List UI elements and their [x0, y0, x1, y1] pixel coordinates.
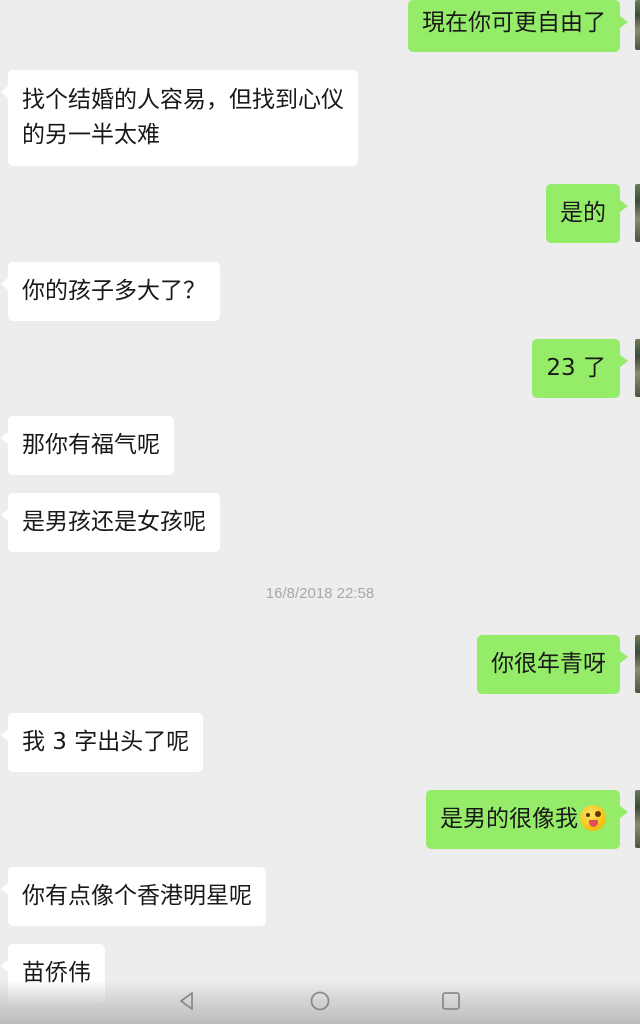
message-text: 你很年青呀 — [491, 651, 606, 677]
chat-area: 現在你可更自由了 找个结婚的人容易，但找到心仪 的另一半太难 是的 你的孩子多大… — [0, 0, 640, 1024]
message-text: 我 3 字出头了呢 — [22, 729, 190, 755]
message-text: 那你有福气呢 — [22, 432, 160, 458]
system-navigation-bar — [0, 980, 640, 1024]
message-text: 23 了 — [546, 355, 606, 381]
winking-face-tongue-emoji-icon — [580, 805, 606, 831]
sent-message-bubble[interactable]: 23 了 — [532, 339, 628, 398]
my-avatar[interactable] — [635, 635, 640, 693]
message-text: 是的 — [560, 200, 606, 226]
received-message-bubble[interactable]: 是男孩还是女孩呢 — [1, 493, 220, 552]
my-avatar[interactable] — [635, 339, 640, 397]
message-text: 是男孩还是女孩呢 — [22, 509, 206, 535]
message-text-line: 的另一半太难 — [22, 122, 160, 148]
my-avatar[interactable] — [635, 0, 640, 50]
message-text: 你的孩子多大了？ — [22, 278, 206, 304]
received-message-bubble[interactable]: 那你有福气呢 — [1, 416, 174, 475]
message-text: 你有点像个香港明星呢 — [22, 883, 252, 909]
received-message-bubble[interactable]: 你有点像个香港明星呢 — [1, 867, 266, 926]
message-text: 是男的很像我 — [440, 806, 578, 832]
my-avatar[interactable] — [635, 184, 640, 242]
sent-message-bubble[interactable]: 是男的很像我 — [426, 790, 628, 849]
sent-message-bubble[interactable]: 是的 — [546, 184, 628, 243]
message-timestamp: 16/8/2018 22:58 — [265, 585, 375, 602]
message-text: 現在你可更自由了 — [422, 10, 606, 36]
triangle-back-icon[interactable] — [176, 990, 198, 1012]
sent-message-bubble[interactable]: 現在你可更自由了 — [408, 0, 628, 52]
received-message-bubble[interactable]: 找个结婚的人容易，但找到心仪 的另一半太难 — [1, 70, 358, 166]
received-message-bubble[interactable]: 你的孩子多大了？ — [1, 262, 220, 321]
received-message-bubble[interactable]: 我 3 字出头了呢 — [0, 713, 204, 772]
message-text-line: 找个结婚的人容易，但找到心仪 — [22, 87, 344, 113]
circle-home-icon[interactable] — [309, 990, 331, 1012]
square-recent-icon[interactable] — [440, 990, 462, 1012]
my-avatar[interactable] — [635, 790, 640, 848]
sent-message-bubble[interactable]: 你很年青呀 — [477, 635, 628, 694]
